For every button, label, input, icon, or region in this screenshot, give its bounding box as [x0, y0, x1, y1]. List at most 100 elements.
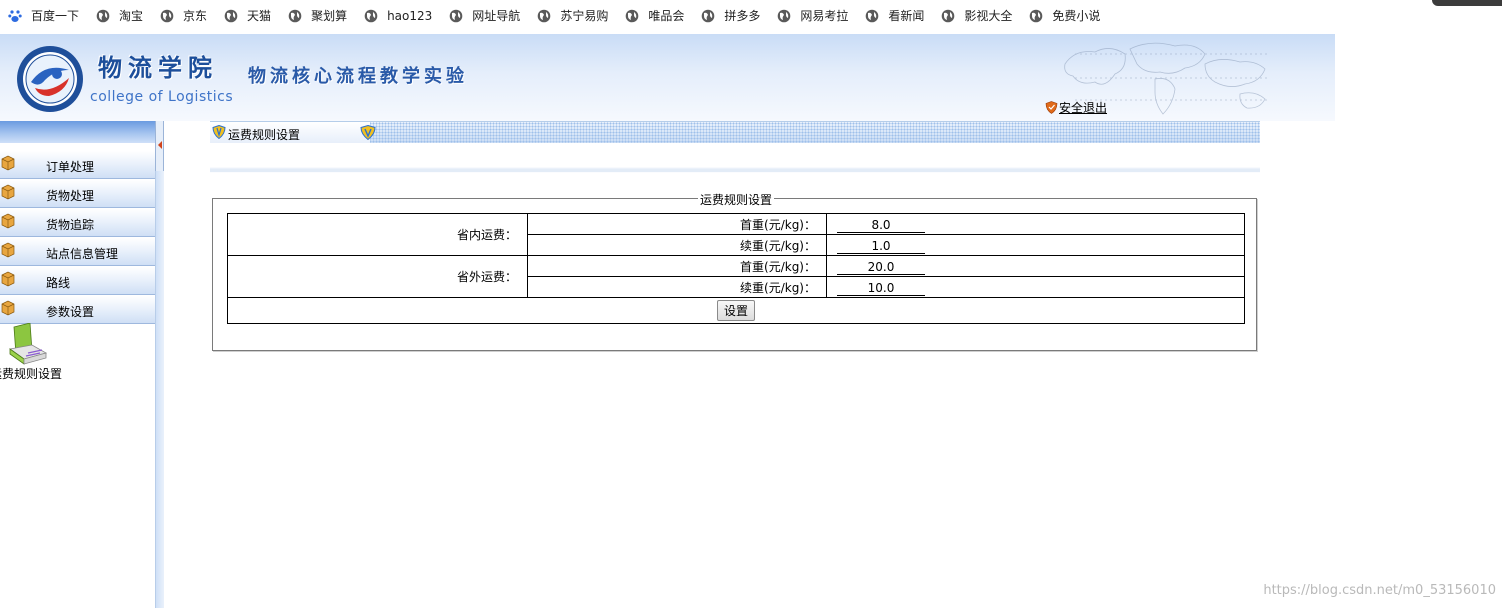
system-title: 物流核心流程教学实验: [248, 66, 468, 87]
sidebar-divider[interactable]: [155, 171, 164, 608]
globe-icon: [626, 9, 639, 22]
in-province-label: 省内运费：: [227, 213, 528, 256]
bookmark-juhuasuan[interactable]: 聚划算: [288, 7, 347, 24]
first-weight-label: 首重(元/kg)：: [527, 255, 827, 277]
bookmark-label: 唯品会: [648, 9, 685, 23]
sidebar-item-stations[interactable]: 站点信息管理: [0, 238, 155, 266]
tab-freight-rules[interactable]: 运费规则设置: [210, 122, 376, 144]
bookmark-baidu[interactable]: 百度一下: [8, 7, 79, 24]
tab-close-icon[interactable]: [360, 125, 376, 140]
sidebar-item-cargo[interactable]: 货物处理: [0, 180, 155, 208]
bookmark-news[interactable]: 看新闻: [865, 7, 924, 24]
sidebar-item-label: 参数设置: [46, 305, 95, 319]
globe-icon: [866, 9, 879, 22]
in-province-first-weight-input[interactable]: [837, 217, 925, 233]
box-icon: [1, 242, 15, 258]
shortcut-freight-rules[interactable]: 运费规则设置: [0, 323, 80, 382]
bookmarks-bar: 百度一下 淘宝 京东 天猫 聚划算 hao123 网址导航 苏宁易购 唯品会 拼…: [0, 0, 1502, 31]
bookmark-vip[interactable]: 唯品会: [625, 7, 684, 24]
bookmark-label: 淘宝: [119, 9, 144, 23]
bookmark-label: 聚划算: [311, 9, 348, 23]
logout-link[interactable]: 安全退出: [1045, 99, 1107, 116]
sidebar-item-label: 货物追踪: [46, 218, 95, 232]
fieldset-legend: 运费规则设置: [698, 191, 775, 208]
tab-shield-icon: [212, 125, 226, 139]
bookmark-label: 京东: [183, 9, 208, 23]
table-cell: [826, 213, 1245, 235]
watermark: https://blog.csdn.net/m0_53156010: [1263, 583, 1496, 598]
bookmark-label: 影视大全: [964, 9, 1013, 23]
extra-weight-label: 续重(元/kg)：: [527, 234, 827, 256]
tab-bar: 运费规则设置: [210, 121, 1260, 144]
header-banner: 物流学院 college of Logistics 物流核心流程教学实验 安全退…: [0, 34, 1335, 121]
table-cell: [826, 255, 1245, 277]
bookmark-label: 网易考拉: [800, 9, 849, 23]
out-province-first-weight-input[interactable]: [837, 259, 925, 275]
sidebar-item-label: 货物处理: [46, 189, 95, 203]
sidebar: 订单处理 货物处理 货物追踪 站点信息管理 路线 参数设置 费规则设置: [0, 121, 164, 608]
table-cell: [826, 234, 1245, 256]
sidebar-item-settings[interactable]: 参数设置: [0, 296, 155, 324]
globe-icon: [778, 9, 791, 22]
sidebar-item-label: 订单处理: [46, 160, 95, 174]
bookmark-taobao[interactable]: 淘宝: [96, 7, 143, 24]
bookmark-novel[interactable]: 免费小说: [1029, 7, 1100, 24]
table-row: 省外运费： 首重(元/kg)：: [227, 255, 1245, 298]
school-name-en: college of Logistics: [90, 89, 234, 105]
sidebar-item-order[interactable]: 订单处理: [0, 151, 155, 179]
sidebar-collapse-toggle[interactable]: [155, 121, 164, 171]
logout-label: 安全退出: [1059, 101, 1108, 115]
school-logo-icon: [17, 46, 83, 112]
bookmark-kaola[interactable]: 网易考拉: [777, 7, 848, 24]
globe-icon: [160, 9, 174, 22]
bookmark-nav[interactable]: 网址导航: [449, 7, 520, 24]
freight-rule-table: 省内运费： 首重(元/kg)： 续重(元/kg)： 省外运费： 首重(元/kg)…: [227, 213, 1245, 324]
table-row: 省内运费： 首重(元/kg)：: [227, 213, 1245, 256]
divider: [210, 169, 1260, 172]
table-cell: 设置: [227, 297, 1245, 324]
sidebar-item-label: 路线: [46, 276, 71, 290]
freight-rule-fieldset: 运费规则设置 省内运费： 首重(元/kg)： 续重(元/kg)： 省外运费： 首…: [212, 191, 1257, 351]
globe-icon: [1030, 9, 1043, 22]
in-province-extra-weight-input[interactable]: [837, 238, 925, 254]
table-cell: [826, 276, 1245, 298]
box-icon: [1, 213, 15, 229]
books-icon: [8, 323, 48, 365]
sidebar-item-routes[interactable]: 路线: [0, 267, 155, 295]
bookmark-jd[interactable]: 京东: [160, 7, 207, 24]
window-corner: [1432, 0, 1502, 6]
bookmark-video[interactable]: 影视大全: [941, 7, 1012, 24]
sidebar-item-tracking[interactable]: 货物追踪: [0, 209, 155, 237]
bookmark-tmall[interactable]: 天猫: [224, 7, 271, 24]
shortcut-label: 运费规则设置: [0, 367, 63, 381]
box-icon: [1, 300, 15, 316]
globe-icon: [96, 9, 110, 22]
globe-icon: [449, 9, 463, 22]
tab-label: 运费规则设置: [228, 128, 301, 142]
bookmark-label: 天猫: [247, 9, 272, 23]
out-province-extra-weight-input[interactable]: [837, 280, 925, 296]
bookmark-label: 苏宁易购: [560, 9, 609, 23]
out-province-label: 省外运费：: [227, 255, 528, 298]
bookmark-label: 看新闻: [888, 9, 925, 23]
baidu-paw-icon: [8, 9, 22, 22]
extra-weight-label: 续重(元/kg)：: [527, 276, 827, 298]
bookmark-suning[interactable]: 苏宁易购: [537, 7, 608, 24]
bookmark-label: 免费小说: [1052, 9, 1101, 23]
school-name-cn: 物流学院: [98, 53, 218, 82]
bookmark-hao123[interactable]: hao123: [364, 9, 432, 23]
shield-icon: [1045, 101, 1058, 114]
globe-icon: [702, 9, 715, 22]
bookmark-pinduoduo[interactable]: 拼多多: [701, 7, 760, 24]
sidebar-header: [0, 121, 155, 143]
set-button[interactable]: 设置: [716, 300, 755, 321]
box-icon: [1, 271, 15, 287]
bookmark-label: hao123: [387, 8, 433, 23]
bookmark-label: 网址导航: [472, 9, 521, 23]
bookmark-label: 拼多多: [724, 9, 761, 23]
first-weight-label: 首重(元/kg)：: [527, 213, 827, 235]
globe-icon: [288, 9, 302, 22]
globe-icon: [942, 9, 955, 22]
sidebar-item-label: 站点信息管理: [46, 247, 119, 261]
table-row: 设置: [227, 297, 1245, 324]
